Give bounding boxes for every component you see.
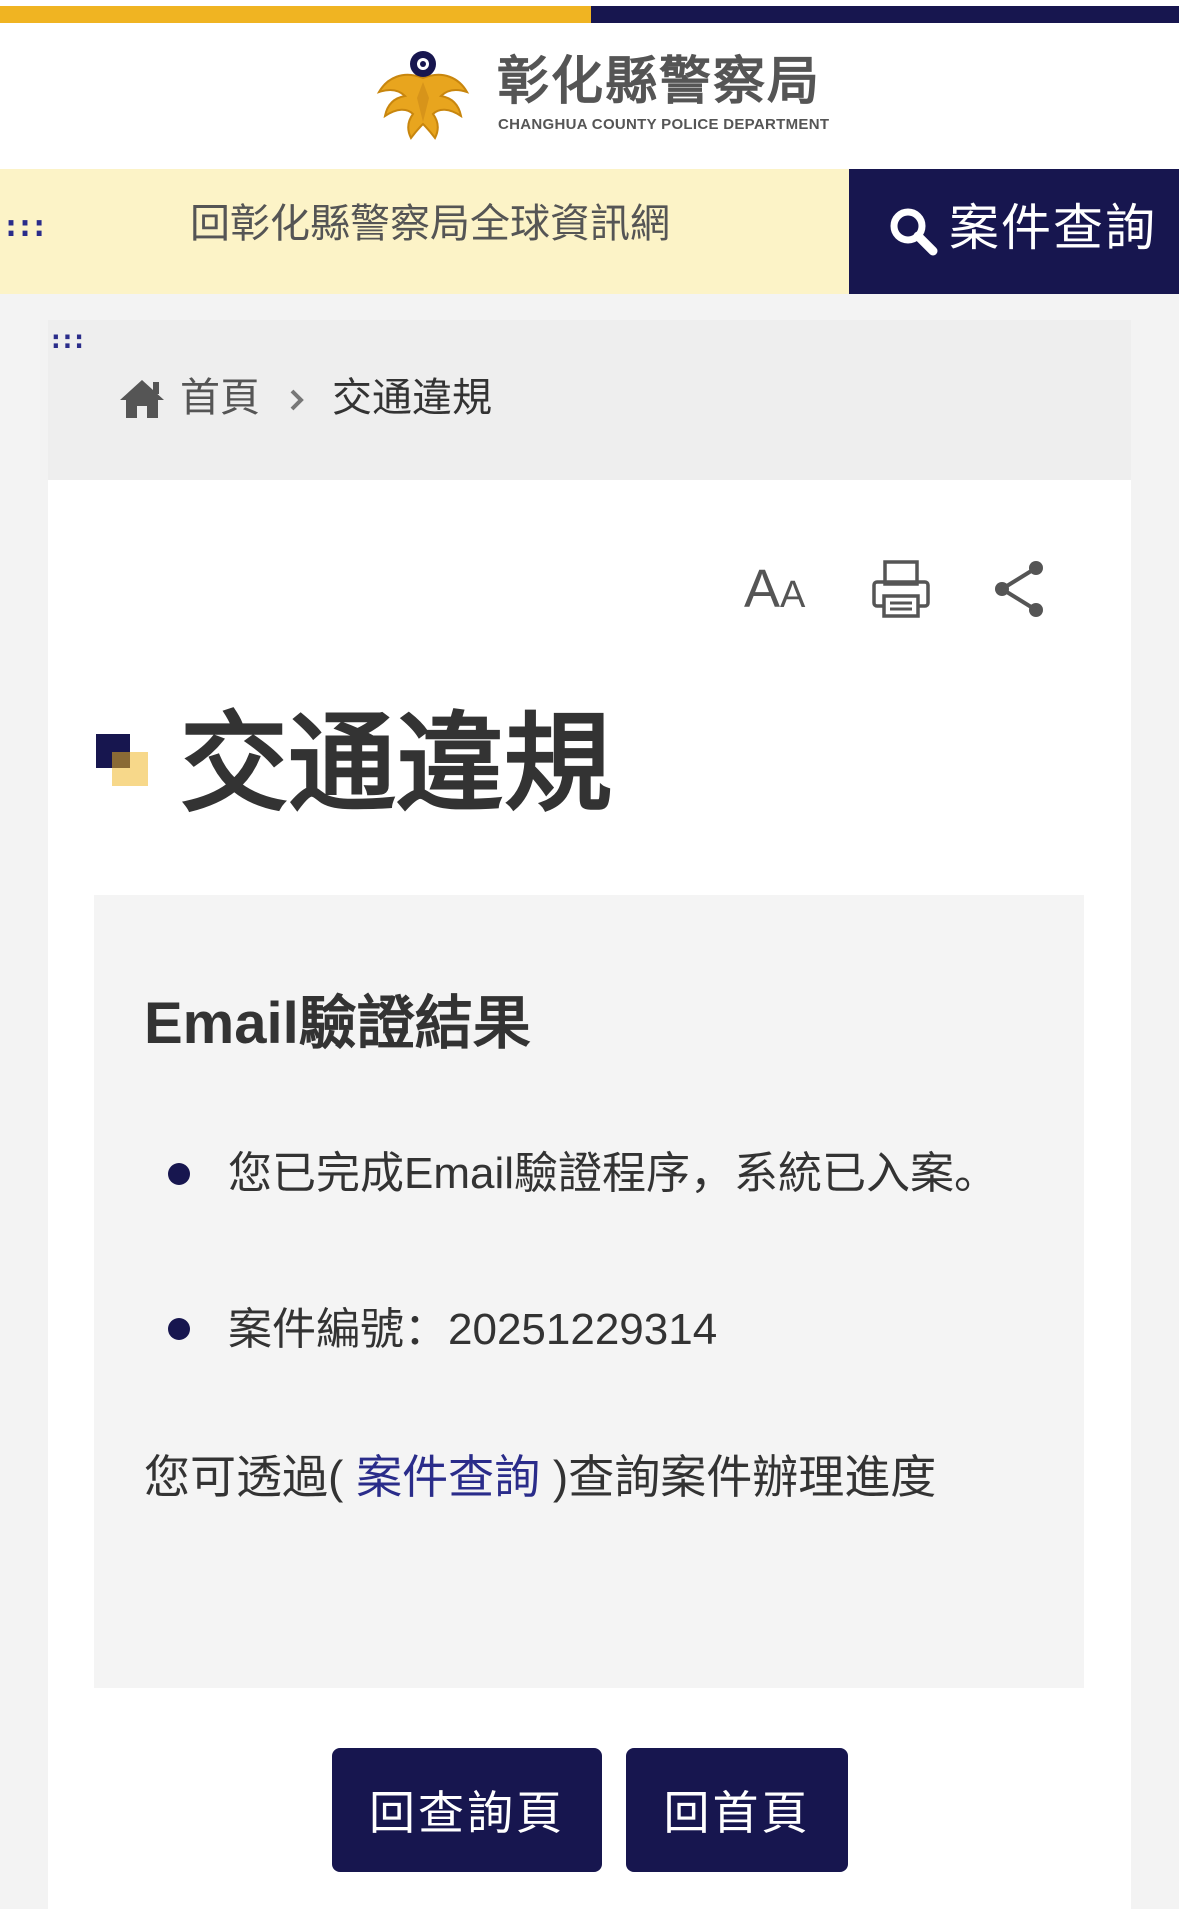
bullet-icon	[168, 1318, 190, 1340]
case-query-button[interactable]: 案件查詢	[849, 169, 1179, 294]
page-title: 交通違規	[180, 701, 613, 827]
font-size-button[interactable]: AA	[744, 562, 805, 616]
case-query-link[interactable]: 案件查詢	[356, 1451, 540, 1503]
case-query-label: 案件查詢	[949, 199, 1157, 257]
home-icon[interactable]	[118, 378, 166, 420]
top-bar-navy-segment	[591, 6, 1179, 23]
note-prefix: 您可透過(	[144, 1451, 357, 1503]
breadcrumb-current: 交通違規	[332, 375, 492, 421]
font-size-small-glyph: A	[780, 574, 806, 616]
query-note: 您可透過( 案件查詢 )查詢案件辦理進度	[144, 1454, 936, 1500]
search-icon	[890, 208, 938, 256]
police-emblem-logo[interactable]	[373, 48, 473, 144]
note-suffix: )查詢案件辦理進度	[540, 1451, 937, 1503]
print-icon[interactable]	[870, 558, 932, 620]
site-subtitle: CHANGHUA COUNTY POLICE DEPARTMENT	[498, 116, 830, 133]
site-header: 彰化縣警察局 CHANGHUA COUNTY POLICE DEPARTMENT	[0, 24, 1179, 169]
top-bar-gold-segment	[0, 6, 591, 23]
back-to-query-button[interactable]: 回查詢頁	[332, 1748, 602, 1872]
breadcrumb-home-link[interactable]: 首頁	[180, 378, 260, 418]
title-decoration-icon	[96, 734, 148, 786]
share-icon[interactable]	[992, 558, 1048, 620]
result-title: Email驗證結果	[144, 991, 531, 1056]
main-access-key[interactable]: :::	[48, 327, 87, 353]
bullet-icon	[168, 1163, 190, 1185]
back-to-home-button[interactable]: 回首頁	[626, 1748, 848, 1872]
chevron-right-icon	[290, 389, 304, 411]
nav-access-key[interactable]: :::	[2, 212, 48, 242]
result-item: 您已完成Email驗證程序，系統已入案。	[228, 1149, 999, 1198]
top-color-bar	[0, 0, 1179, 24]
result-item-case-number: 案件編號：20251229314	[228, 1305, 718, 1354]
site-title[interactable]: 彰化縣警察局	[497, 56, 821, 108]
back-to-global-site-link[interactable]: 回彰化縣警察局全球資訊網	[190, 204, 670, 244]
font-size-big-glyph: A	[744, 559, 781, 619]
